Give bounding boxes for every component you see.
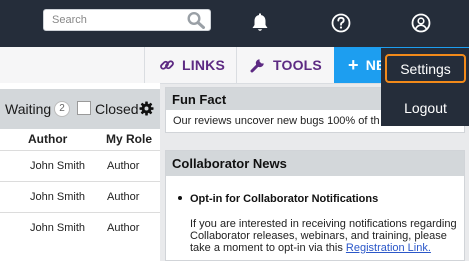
user-icon[interactable] <box>410 12 432 34</box>
gear-icon[interactable] <box>139 101 154 116</box>
author-column-header[interactable]: Author <box>28 132 67 146</box>
help-icon[interactable] <box>330 12 352 34</box>
wrench-icon <box>250 59 264 73</box>
user-dropdown-menu: Settings Logout <box>381 48 469 126</box>
table-row[interactable]: John Smith Author <box>0 150 160 181</box>
links-label: LINKS <box>182 57 225 73</box>
waiting-count-badge: 2 <box>54 101 70 117</box>
role-column-header[interactable]: My Role <box>106 132 152 146</box>
table-row[interactable]: John Smith Author <box>0 212 160 243</box>
author-cell: John Smith <box>30 160 86 172</box>
bell-icon[interactable] <box>249 12 271 34</box>
plus-icon: + <box>348 55 359 75</box>
news-item-title: Opt-in for Collaborator Notifications <box>190 193 379 205</box>
author-cell: John Smith <box>30 191 86 203</box>
filter-bar: Waiting 2 Closed <box>0 89 160 129</box>
settings-menu-item[interactable]: Settings <box>385 54 466 83</box>
role-cell: Author <box>107 222 140 234</box>
role-cell: Author <box>107 191 140 203</box>
waiting-filter-label[interactable]: Waiting <box>5 101 51 117</box>
closed-checkbox[interactable] <box>77 101 91 115</box>
news-title: Collaborator News <box>166 151 464 176</box>
news-item-text: If you are interested in receiving notif… <box>190 218 458 254</box>
links-button[interactable]: LINKS <box>144 47 237 83</box>
bullet-icon <box>178 196 182 200</box>
role-cell: Author <box>107 160 140 172</box>
search-input[interactable] <box>52 11 182 29</box>
collaborator-news-card: Collaborator News Opt-in for Collaborato… <box>165 150 465 261</box>
tools-button[interactable]: TOOLS <box>237 47 334 83</box>
link-icon <box>160 60 174 70</box>
review-list-panel: Waiting 2 Closed Author My Role John Smi… <box>0 83 160 261</box>
table-row[interactable]: John Smith Author <box>0 181 160 212</box>
closed-filter-label[interactable]: Closed <box>95 101 139 117</box>
search-box[interactable] <box>43 9 211 31</box>
tools-label: TOOLS <box>273 57 322 73</box>
search-icon[interactable] <box>186 11 206 29</box>
top-navigation-bar <box>0 0 469 47</box>
logout-menu-item[interactable]: Logout <box>385 93 466 122</box>
author-cell: John Smith <box>30 222 86 234</box>
registration-link[interactable]: Registration Link. <box>346 242 431 254</box>
